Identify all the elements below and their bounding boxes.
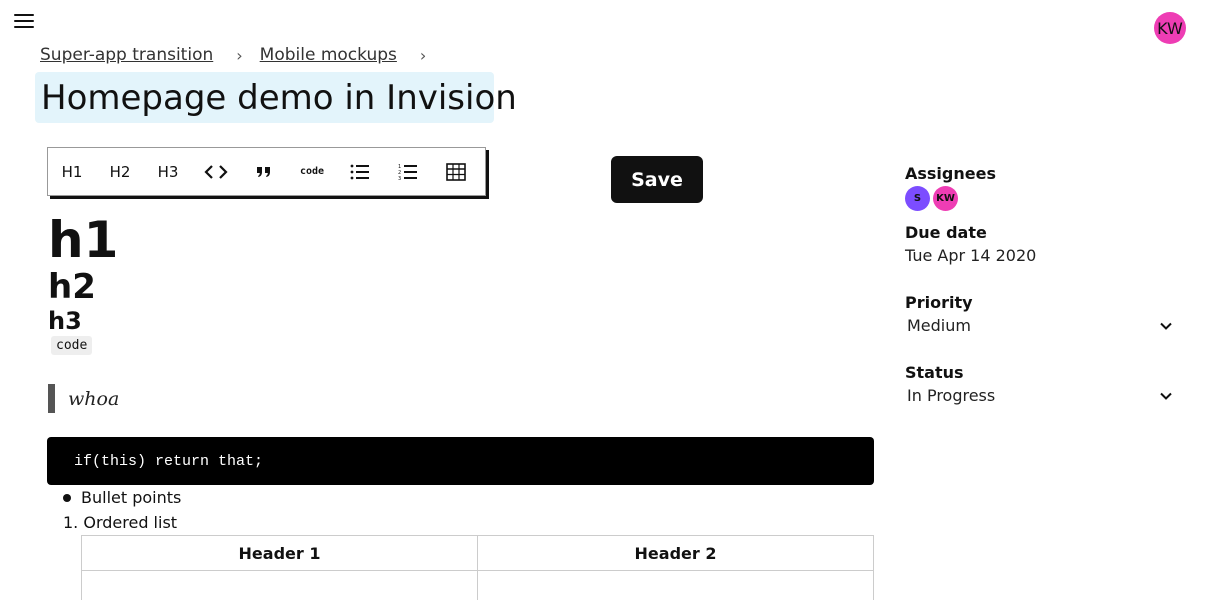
editor-ordered-list[interactable]: 1. Ordered list xyxy=(63,513,177,532)
code-brackets-icon xyxy=(204,164,228,179)
bullet-list-button[interactable] xyxy=(336,148,384,195)
save-button[interactable]: Save xyxy=(611,156,703,203)
table-header-cell[interactable]: Header 2 xyxy=(477,535,874,571)
priority-section: Priority Medium xyxy=(905,293,1175,335)
status-value: In Progress xyxy=(907,386,996,405)
editor-table[interactable]: Header 1 Header 2 xyxy=(81,535,874,600)
chevron-right-icon: › xyxy=(419,45,427,65)
status-label: Status xyxy=(905,363,964,382)
svg-text:3: 3 xyxy=(398,176,401,181)
ordered-list-button[interactable]: 1 2 3 xyxy=(384,148,432,195)
hamburger-menu-icon[interactable] xyxy=(14,14,34,30)
heading-3-button[interactable]: H3 xyxy=(144,148,192,195)
blockquote-text[interactable]: whoa xyxy=(68,388,119,410)
table-button[interactable] xyxy=(432,148,480,195)
bullet-list-icon xyxy=(350,164,369,179)
ordered-list-icon: 1 2 3 xyxy=(398,164,417,181)
bullet-item[interactable]: Bullet points xyxy=(81,488,181,507)
assignee-avatar[interactable]: KW xyxy=(933,186,958,211)
page-title[interactable]: Homepage demo in Invision xyxy=(41,78,517,118)
editor-blockquote[interactable]: whoa xyxy=(48,384,119,413)
editor-code-block[interactable]: if(this) return that; xyxy=(47,437,874,485)
chevron-right-icon: › xyxy=(236,45,243,65)
task-details-sidebar: Assignees S KW Due date Tue Apr 14 2020 … xyxy=(905,160,1175,405)
heading-2-button[interactable]: H2 xyxy=(96,148,144,195)
quote-button[interactable] xyxy=(240,148,288,195)
chevron-down-icon xyxy=(1160,392,1172,400)
editor-bullet-list[interactable]: Bullet points xyxy=(63,488,181,507)
editor-heading-1[interactable]: h1 xyxy=(48,212,118,268)
breadcrumb: Super-app transition › Mobile mockups › xyxy=(40,45,443,65)
editor-heading-2[interactable]: h2 xyxy=(48,266,96,308)
editor-inline-code[interactable]: code xyxy=(51,336,93,355)
due-date-section: Due date Tue Apr 14 2020 xyxy=(905,223,1175,265)
chevron-down-icon xyxy=(1160,322,1172,330)
priority-value: Medium xyxy=(907,316,971,335)
priority-label: Priority xyxy=(905,293,973,312)
editor-toolbar: H1 H2 H3 code 1 2 3 xyxy=(47,147,486,196)
code-block-button[interactable]: code xyxy=(288,148,336,195)
table-icon xyxy=(446,162,466,181)
breadcrumb-link-super-app[interactable]: Super-app transition xyxy=(40,45,213,65)
assignees-section: Assignees S KW xyxy=(905,164,1175,211)
priority-select[interactable]: Medium xyxy=(905,316,1173,335)
due-date-value[interactable]: Tue Apr 14 2020 xyxy=(905,246,1175,265)
heading-1-button[interactable]: H1 xyxy=(48,148,96,195)
code-block-text[interactable]: if(this) return that; xyxy=(74,453,263,470)
ordered-item[interactable]: 1. Ordered list xyxy=(63,513,177,532)
table-cell[interactable] xyxy=(81,570,478,600)
due-date-label: Due date xyxy=(905,223,987,242)
status-select[interactable]: In Progress xyxy=(905,386,1173,405)
status-section: Status In Progress xyxy=(905,363,1175,405)
page-title-container[interactable]: Homepage demo in Invision xyxy=(35,72,517,123)
editor-heading-3[interactable]: h3 xyxy=(48,306,82,336)
table-header-cell[interactable]: Header 1 xyxy=(81,535,478,571)
assignee-avatar[interactable]: S xyxy=(905,186,930,211)
quote-icon xyxy=(257,166,270,177)
breadcrumb-link-mobile-mockups[interactable]: Mobile mockups xyxy=(260,45,397,65)
bullet-dot-icon xyxy=(63,493,71,502)
table-cell[interactable] xyxy=(477,570,874,600)
assignees-list[interactable]: S KW xyxy=(905,186,1175,211)
assignees-label: Assignees xyxy=(905,164,996,183)
code-inline-button[interactable] xyxy=(192,148,240,195)
user-avatar[interactable]: KW xyxy=(1154,12,1186,44)
